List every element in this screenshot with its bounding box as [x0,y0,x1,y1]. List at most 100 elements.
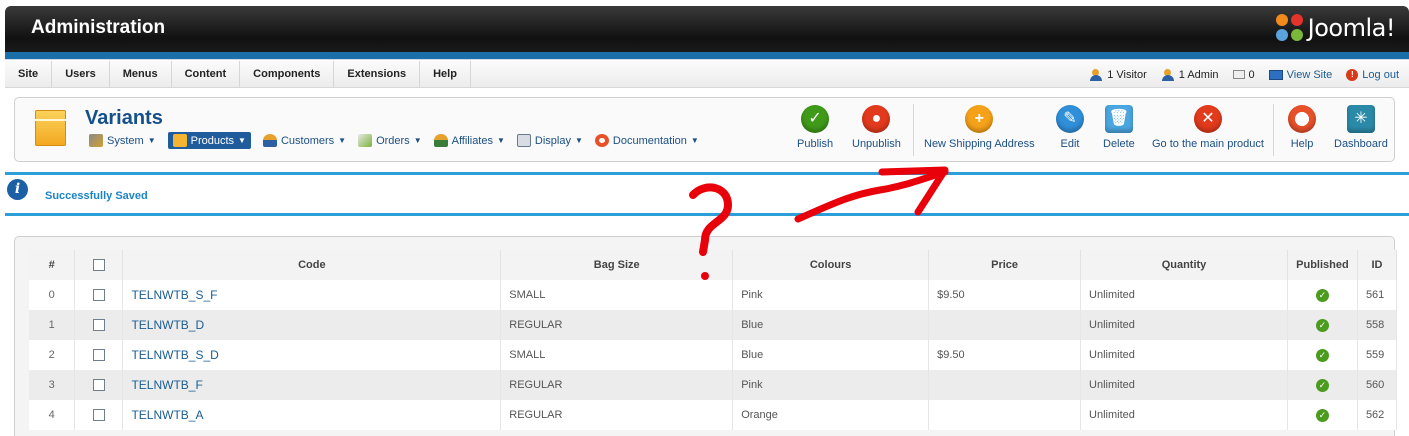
published-cell[interactable]: ✓ [1287,340,1358,370]
row-checkbox[interactable] [92,289,105,302]
submenu-system[interactable]: System ▼ [89,134,156,147]
page-title: Variants [85,107,163,129]
published-cell[interactable]: ✓ [1287,310,1358,340]
pencil-icon: ✎ [1056,105,1084,133]
variant-code-link[interactable]: TELNWTB_D [122,310,502,340]
header-title: Administration [31,17,166,38]
wrench-icon [89,134,103,147]
col-header-checkall[interactable] [74,250,124,280]
price-cell [928,370,1082,400]
submenu-customers[interactable]: Customers ▼ [262,134,347,147]
published-cell[interactable]: ✓ [1287,400,1358,430]
toolbar-panel: Variants System ▼ Products ▼ Customers ▼… [14,97,1395,162]
variant-code-link[interactable]: TELNWTB_A [122,400,502,430]
col-header-id[interactable]: ID [1357,250,1398,280]
publish-button[interactable]: ✓ Publish [797,105,833,150]
row-select[interactable] [74,370,124,400]
new-shipping-address-button[interactable]: + New Shipping Address [924,105,1035,150]
menu-extensions[interactable]: Extensions [334,61,421,88]
menu-content[interactable]: Content [172,61,241,88]
col-header-quantity[interactable]: Quantity [1080,250,1288,280]
toolbar-separator [913,104,914,156]
admins-status: 1 Admin [1161,68,1219,81]
row-checkbox[interactable] [92,409,105,422]
id-cell: 562 [1357,400,1398,430]
row-number: 1 [29,310,76,340]
variant-code-link[interactable]: TELNWTB_S_D [122,340,502,370]
dashboard-button[interactable]: ✳ Dashboard [1334,105,1388,150]
messages-status[interactable]: 0 [1232,69,1255,81]
published-check-icon[interactable]: ✓ [1315,408,1329,422]
unpublish-button[interactable]: ● Unpublish [852,105,901,150]
variant-code-link[interactable]: TELNWTB_F [122,370,502,400]
admins-label: 1 Admin [1178,68,1219,81]
colour-cell: Pink [732,370,930,400]
row-select[interactable] [74,280,124,310]
bag-size-cell: SMALL [500,280,734,310]
published-check-icon[interactable]: ✓ [1315,348,1329,362]
submenu-display-label: Display [534,134,571,147]
header-stripe [5,52,1409,60]
info-icon: i [7,179,28,200]
view-site-link[interactable]: View Site [1268,69,1332,81]
edit-button[interactable]: ✎ Edit [1056,105,1084,150]
delete-button[interactable]: 🗑 Delete [1103,105,1135,150]
col-header-price[interactable]: Price [928,250,1082,280]
submenu-documentation[interactable]: Documentation ▼ [594,134,699,147]
menu-menus[interactable]: Menus [110,61,172,88]
chevron-down-icon: ▼ [338,136,347,145]
submenu-products[interactable]: Products ▼ [167,132,251,149]
row-select[interactable] [74,340,124,370]
menu-users[interactable]: Users [52,61,110,88]
variant-code-link[interactable]: TELNWTB_S_F [122,280,502,310]
published-cell[interactable]: ✓ [1287,280,1358,310]
menu-help[interactable]: Help [420,61,471,88]
component-submenu: System ▼ Products ▼ Customers ▼ Orders ▼… [89,132,699,149]
chevron-down-icon: ▼ [574,136,583,145]
users-icon [262,134,277,147]
message-text: Successfully Saved [45,190,148,202]
published-cell[interactable]: ✓ [1287,370,1358,400]
publish-label: Publish [797,138,834,150]
published-check-icon[interactable]: ✓ [1315,318,1329,332]
published-check-icon[interactable]: ✓ [1315,288,1329,302]
menu-components[interactable]: Components [240,61,335,88]
col-header-code[interactable]: Code [122,250,502,280]
quantity-cell: Unlimited [1080,400,1288,430]
submenu-orders[interactable]: Orders ▼ [358,134,422,147]
menu-site[interactable]: Site [5,61,53,88]
price-cell: $9.50 [928,340,1082,370]
row-number: 4 [29,400,76,430]
menu-bar: Site Users Menus Content Components Exte… [5,61,1409,88]
visitor-icon [1089,68,1103,81]
mail-icon [1232,70,1245,79]
select-all-checkbox[interactable] [92,259,105,272]
col-header-bag-size[interactable]: Bag Size [500,250,734,280]
close-icon: ✕ [1193,105,1222,133]
submenu-display[interactable]: Display ▼ [516,134,583,147]
row-checkbox[interactable] [92,319,105,332]
colour-cell: Blue [732,310,930,340]
published-check-icon[interactable]: ✓ [1315,378,1329,392]
submenu-affiliates[interactable]: Affiliates ▼ [433,134,505,147]
power-icon: ! [1346,68,1359,81]
row-checkbox[interactable] [92,379,105,392]
col-header-published[interactable]: Published [1287,250,1358,280]
help-button[interactable]: Help [1288,105,1316,150]
row-checkbox[interactable] [92,349,105,362]
logout-link[interactable]: ! Log out [1346,68,1399,81]
admin-icon [1161,68,1175,81]
price-cell [928,310,1082,340]
price-cell: $9.50 [928,280,1082,310]
chevron-down-icon: ▼ [690,136,699,145]
chevron-down-icon: ▼ [496,136,505,145]
row-select[interactable] [74,310,124,340]
plus-icon: + [965,105,994,133]
bag-size-cell: SMALL [500,340,734,370]
go-to-main-product-button[interactable]: ✕ Go to the main product [1152,105,1264,150]
submenu-customers-label: Customers [280,134,335,147]
variants-page-icon [35,110,66,146]
row-select[interactable] [74,400,124,430]
joomla-logo[interactable]: Joomla! [1275,14,1396,42]
col-header-colours[interactable]: Colours [732,250,930,280]
